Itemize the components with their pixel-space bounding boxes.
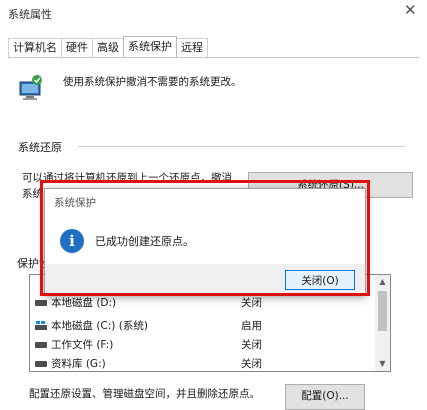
dialog-close-button[interactable]: 关闭(O) <box>285 270 355 290</box>
dialog-message: 已成功创建还原点。 <box>95 235 194 248</box>
system-properties-window: 系统属性 ✕ 计算机名 硬件 高级 系统保护 远程 使用系统保护撤消不需要的系统… <box>0 0 427 410</box>
drive-name: 本地磁盘 (D:) <box>51 297 117 309</box>
scroll-thumb[interactable] <box>378 291 387 331</box>
drive-status: 启用 <box>241 320 262 332</box>
computer-shield-icon <box>19 75 42 100</box>
drive-status: 关闭 <box>241 358 262 370</box>
drive-icon <box>35 300 47 306</box>
restore-description-line1: 可以通过将计算机还原到上一个还原点，撤消 <box>22 172 232 184</box>
drive-name: 资料库 (G:) <box>51 358 106 370</box>
dialog-title: 系统保护 <box>54 197 96 209</box>
scroll-up-icon[interactable]: ▲ <box>375 275 390 289</box>
tab-bar: 计算机名 硬件 高级 系统保护 远程 <box>8 36 208 57</box>
list-scrollbar[interactable]: ▲ ▼ <box>375 275 390 371</box>
tab-remote[interactable]: 远程 <box>176 38 208 57</box>
drive-name: 本地磁盘 (C:) (系统) <box>51 320 148 332</box>
system-protection-dialog: 系统保护 i 已成功创建还原点。 关闭(O) <box>44 188 366 296</box>
protection-description: 使用系统保护撤消不需要的系统更改。 <box>63 76 242 88</box>
scroll-down-icon[interactable]: ▼ <box>375 357 390 371</box>
list-item[interactable]: 资料库 (G:) 关闭 <box>30 356 375 371</box>
drive-status: 关闭 <box>241 297 262 309</box>
configure-description: 配置还原设置、管理磁盘空间，并且删除还原点。 <box>29 388 260 400</box>
drive-status: 关闭 <box>241 339 262 351</box>
windows-drive-icon <box>35 321 47 330</box>
close-icon[interactable]: ✕ <box>404 1 417 19</box>
info-icon: i <box>60 229 84 253</box>
drive-icon <box>35 361 47 367</box>
list-item[interactable]: 工作文件 (F:) 关闭 <box>30 337 375 353</box>
list-item[interactable]: 本地磁盘 (D:) 关闭 <box>30 295 375 311</box>
tab-system-protection[interactable]: 系统保护 <box>123 36 177 57</box>
tab-advanced[interactable]: 高级 <box>92 38 124 57</box>
drive-name: 工作文件 (F:) <box>51 339 114 351</box>
group-divider <box>78 146 405 147</box>
dialog-footer: 关闭(O) <box>45 264 365 295</box>
tab-hardware[interactable]: 硬件 <box>61 38 93 57</box>
system-restore-group-title: 系统还原 <box>18 141 62 154</box>
window-title: 系统属性 <box>8 8 52 21</box>
configure-button[interactable]: 配置(O)... <box>285 384 365 410</box>
drive-icon <box>35 342 47 348</box>
list-item[interactable]: 本地磁盘 (C:) (系统) 启用 <box>30 318 375 334</box>
tab-divider <box>8 57 419 58</box>
tab-computer-name[interactable]: 计算机名 <box>8 38 62 57</box>
